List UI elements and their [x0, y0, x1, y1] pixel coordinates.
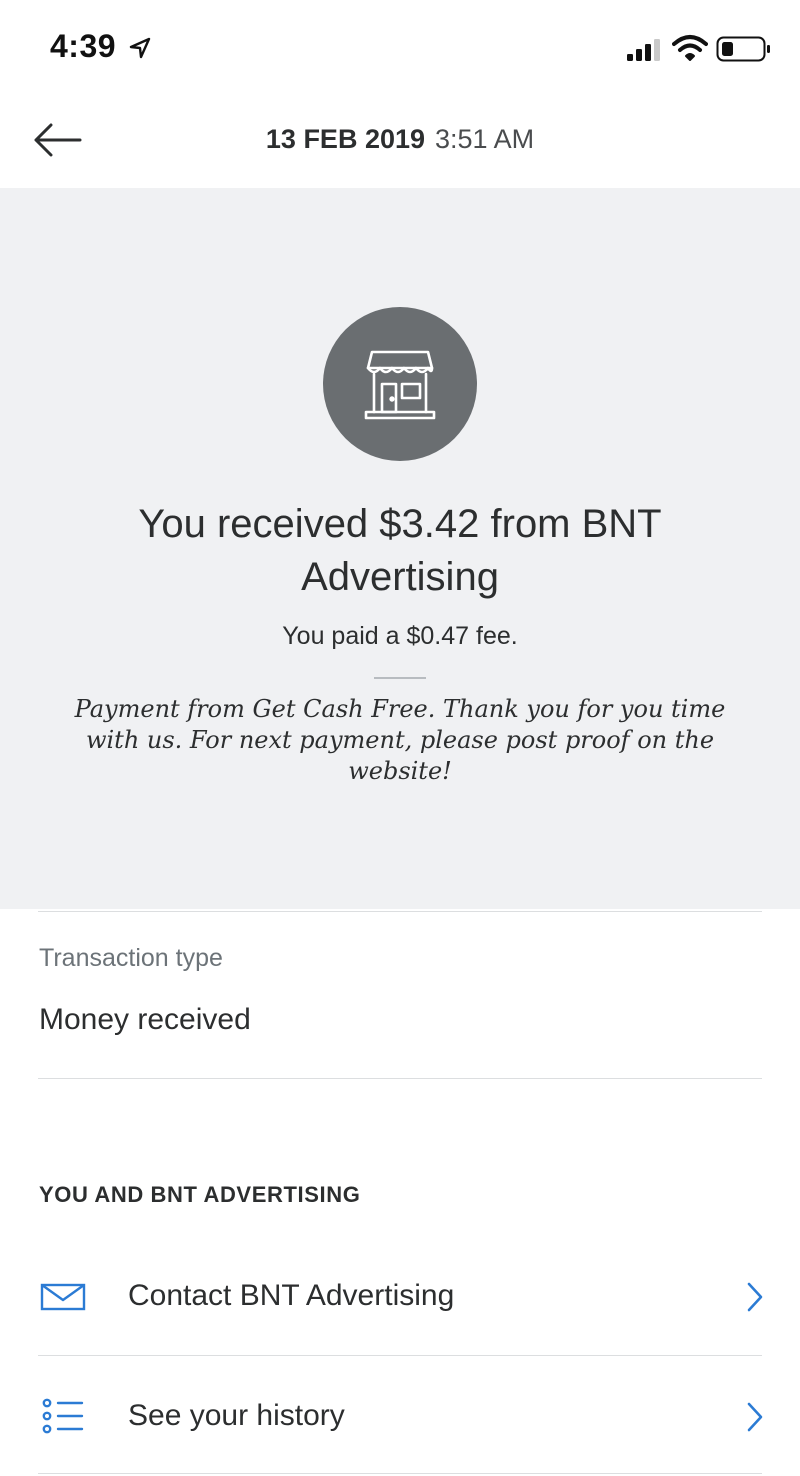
fee-text: You paid a $0.47 fee. — [282, 622, 518, 650]
transaction-type-label: Transaction type — [39, 944, 223, 972]
history-row[interactable]: See your history — [0, 1357, 800, 1476]
divider — [374, 677, 426, 679]
status-time: 4:39 — [50, 28, 117, 64]
nav-header: 13 FEB 2019 3:51 AM — [0, 100, 800, 188]
transaction-summary: You received $3.42 from BNT Advertising … — [0, 188, 800, 909]
header-time: 3:51 AM — [435, 124, 535, 154]
location-arrow-icon — [129, 37, 151, 59]
divider — [38, 1355, 762, 1356]
chevron-right-icon — [747, 1282, 763, 1312]
section-title: YOU AND BNT ADVERTISING — [39, 1182, 361, 1207]
wifi-icon — [672, 35, 708, 61]
transaction-type-value: Money received — [39, 1003, 251, 1036]
contact-merchant-row[interactable]: Contact BNT Advertising — [0, 1237, 800, 1357]
history-label: See your history — [128, 1399, 345, 1432]
divider — [38, 1473, 762, 1474]
storefront-icon — [364, 350, 436, 420]
chevron-right-icon — [747, 1402, 763, 1432]
divider — [38, 1078, 762, 1079]
page-title: 13 FEB 2019 3:51 AM — [0, 124, 800, 155]
payment-note: Payment from Get Cash Free. Thank you fo… — [74, 695, 726, 785]
status-bar: 4:39 — [0, 0, 800, 100]
divider — [38, 911, 762, 912]
contact-merchant-label: Contact BNT Advertising — [128, 1279, 455, 1312]
header-date: 13 FEB 2019 — [265, 124, 426, 154]
list-icon — [42, 1398, 84, 1434]
merchant-avatar — [323, 307, 477, 461]
cellular-signal-icon — [627, 39, 660, 61]
envelope-icon — [40, 1283, 86, 1311]
transaction-headline: You received $3.42 from BNT Advertising — [138, 502, 662, 599]
battery-icon — [716, 36, 770, 62]
